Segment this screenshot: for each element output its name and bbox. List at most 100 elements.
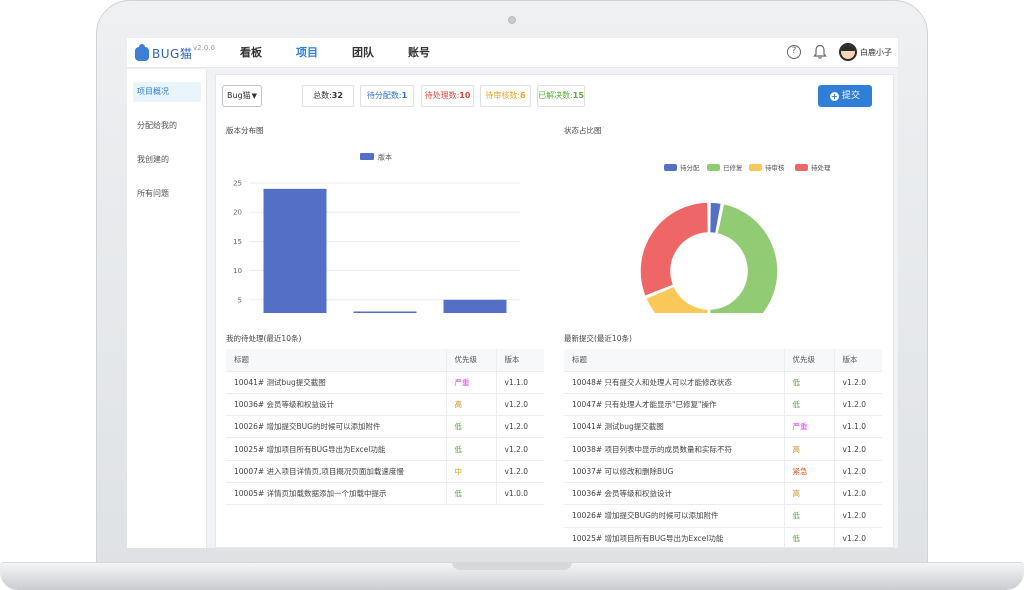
avatar[interactable] xyxy=(839,43,857,61)
table-row[interactable]: 10041# 测试bug提交截图 严重 v1.1.0 xyxy=(226,371,544,394)
sidebar-item-3[interactable]: 所有问题 xyxy=(133,184,201,204)
filter-bar: Bug猫 ▼ 总数:32 待分配数:1 待处理数:10 待审核数:6 已解决数:15 +… xyxy=(222,85,882,107)
sidebar-item-2[interactable]: 我创建的 xyxy=(133,150,201,170)
cell-title[interactable]: 10047# 只有处理人才能显示"已修复"操作 xyxy=(564,393,785,417)
legend-swatch-0 xyxy=(664,164,677,171)
bug-logo-icon xyxy=(135,43,149,61)
main-panel: Bug猫 ▼ 总数:32 待分配数:1 待处理数:10 待审核数:6 已解决数:15 +… xyxy=(215,74,894,548)
nav-item-1[interactable]: 项目 xyxy=(296,38,318,68)
cell-priority: 高 xyxy=(784,482,835,506)
table-row[interactable]: 10047# 只有处理人才能显示"已修复"操作低 v1.2.0 xyxy=(564,393,882,417)
cell-title[interactable]: 10036# 会员等级和权益设计 xyxy=(564,482,785,506)
cell-priority: 高 xyxy=(446,393,497,417)
help-icon[interactable]: ? xyxy=(787,45,801,59)
cell-priority: 严重 xyxy=(784,415,835,439)
bar-v1.1.0 xyxy=(353,311,417,313)
camera-icon xyxy=(508,16,516,24)
bar-v1.0.0 xyxy=(443,299,507,313)
table-row[interactable]: 10005# 详情页加载数据添加一个加载中提示低 v1.0.0 xyxy=(226,482,544,506)
cell-title[interactable]: 10026# 增加提交BUG的时候可以添加附件 xyxy=(564,504,785,528)
user-name[interactable]: 白鹿小子 xyxy=(860,47,892,58)
sidebar-item-1[interactable]: 分配给我的 xyxy=(133,116,201,136)
cell-title[interactable]: 10026# 增加提交BUG的时候可以添加附件 xyxy=(226,415,447,439)
table-row[interactable]: 10025# 增加项目所有BUG导出为Excel功能低 v1.2.0 xyxy=(564,527,882,548)
cell-version: v1.1.0 xyxy=(834,415,882,439)
cell-version: v1.0.0 xyxy=(496,482,544,506)
stat-label: 待审核数: xyxy=(485,91,521,100)
column-header: 标题 xyxy=(564,349,785,372)
project-select-value: Bug猫 xyxy=(227,91,251,100)
main-nav: 看板 项目 团队 账号 xyxy=(240,38,464,68)
stat-badge-1[interactable]: 待分配数:1 xyxy=(360,85,414,107)
stat-value: 1 xyxy=(401,91,408,100)
table-row[interactable]: 10026# 增加提交BUG的时候可以添加附件低 v1.2.0 xyxy=(226,415,544,439)
sidebar-item-0[interactable]: 项目概况 xyxy=(133,82,201,102)
cell-title[interactable]: 10037# 可以修改和删除BUG xyxy=(564,460,785,483)
cell-title[interactable]: 10048# 只有提交人和处理人可以才能修改状态 xyxy=(564,371,785,394)
bell-icon[interactable] xyxy=(813,44,827,60)
cell-version: v1.2.0 xyxy=(834,371,882,394)
nav-item-3[interactable]: 账号 xyxy=(408,38,430,68)
nav-item-2[interactable]: 团队 xyxy=(352,38,374,68)
submit-bug-button[interactable]: + 提交 xyxy=(818,85,872,107)
table-header-row: 标题 优先级 版本 xyxy=(564,349,882,372)
sidebar: 项目概况分配给我的我创建的所有问题 xyxy=(127,69,207,548)
table-row[interactable]: 10038# 项目列表中显示的成员数量和实际不符高 v1.2.0 xyxy=(564,437,882,461)
table-row[interactable]: 10036# 会员等级和权益设计高 v1.2.0 xyxy=(564,482,882,506)
cell-title[interactable]: 10025# 增加项目所有BUG导出为Excel功能 xyxy=(226,437,447,461)
version-bar-chart: 版本0510152025v1.2.0v1.1.0v1.0.0 xyxy=(233,153,520,313)
legend-swatch-3 xyxy=(795,164,808,171)
cell-title[interactable]: 10007# 进入项目详情页,项目概况页面加载速度慢 xyxy=(226,460,447,483)
cell-priority: 低 xyxy=(446,437,497,461)
cell-priority: 紧急 xyxy=(784,460,835,483)
legend-label-2: 待审核 xyxy=(765,163,785,172)
stat-label: 总数: xyxy=(313,91,332,100)
stat-badge-4[interactable]: 已解决数:15 xyxy=(537,85,585,107)
table-row[interactable]: 10025# 增加项目所有BUG导出为Excel功能低 v1.2.0 xyxy=(226,437,544,461)
cell-title[interactable]: 10005# 详情页加载数据添加一个加载中提示 xyxy=(226,482,447,506)
cell-version: v1.2.0 xyxy=(834,527,882,548)
table-row[interactable]: 10007# 进入项目详情页,项目概况页面加载速度慢中 v1.2.0 xyxy=(226,460,544,483)
y-tick-label: 5 xyxy=(238,296,242,304)
nav-item-0[interactable]: 看板 xyxy=(240,38,262,68)
app-logo[interactable]: BUG猫 v2.0.0 xyxy=(135,43,215,62)
top-right-tools: ? 白鹿小子 xyxy=(787,43,892,61)
table-row[interactable]: 10037# 可以修改和删除BUG 紧急 v1.2.0 xyxy=(564,460,882,483)
legend-label-3: 待处理 xyxy=(811,163,831,172)
legend-swatch-2 xyxy=(749,164,762,171)
stat-badge-3[interactable]: 待审核数:6 xyxy=(480,85,531,107)
app-screen: BUG猫 v2.0.0 看板 项目 团队 账号 ? 白鹿小子 项目概况分配给我的我创建… xyxy=(127,38,898,548)
cell-version: v1.2.0 xyxy=(496,415,544,439)
table-row[interactable]: 10041# 测试bug提交截图 严重 v1.1.0 xyxy=(564,415,882,439)
latest-table: 标题 优先级 版本 10048# 只有提交人和处理人可以才能修改状态低 v1.2.0 10… xyxy=(564,349,882,548)
cell-version: v1.2.0 xyxy=(834,393,882,417)
slice-待处理 xyxy=(639,201,710,298)
project-select[interactable]: Bug猫 ▼ xyxy=(222,85,262,107)
cell-title[interactable]: 10036# 会员等级和权益设计 xyxy=(226,393,447,417)
stat-value: 10 xyxy=(459,91,471,100)
cell-title[interactable]: 10038# 项目列表中显示的成员数量和实际不符 xyxy=(564,437,785,461)
table-row[interactable]: 10036# 会员等级和权益设计高 v1.2.0 xyxy=(226,393,544,417)
cell-priority: 低 xyxy=(446,482,497,506)
todo-table-title: 我的待处理(最近10条) xyxy=(226,334,302,343)
cell-title[interactable]: 10041# 测试bug提交截图 xyxy=(226,371,447,394)
stat-badge-0[interactable]: 总数:32 xyxy=(302,85,354,107)
cell-priority: 中 xyxy=(446,460,497,483)
column-header: 优先级 xyxy=(446,349,497,372)
table-row[interactable]: 10048# 只有提交人和处理人可以才能修改状态低 v1.2.0 xyxy=(564,371,882,394)
legend-swatch xyxy=(360,153,374,160)
legend-swatch-1 xyxy=(707,164,720,171)
table-row[interactable]: 10026# 增加提交BUG的时候可以添加附件低 v1.2.0 xyxy=(564,504,882,528)
cell-version: v1.2.0 xyxy=(496,460,544,483)
stat-badge-2[interactable]: 待处理数:10 xyxy=(421,85,474,107)
cell-version: v1.1.0 xyxy=(496,371,544,394)
latest-table-title: 最新提交(最近10条) xyxy=(564,334,632,343)
cell-title[interactable]: 10041# 测试bug提交截图 xyxy=(564,415,785,439)
cell-priority: 高 xyxy=(784,437,835,461)
todo-table: 标题 优先级 版本 10041# 测试bug提交截图 严重 v1.1.0 10036# 会员… xyxy=(226,349,544,506)
status-donut-chart: 待分配 已修复 待审核 待处理 xyxy=(639,163,831,313)
bar-v1.2.0 xyxy=(263,188,327,313)
cell-title[interactable]: 10025# 增加项目所有BUG导出为Excel功能 xyxy=(564,527,785,548)
chevron-down-icon: ▼ xyxy=(251,92,257,100)
table-header-row: 标题 优先级 版本 xyxy=(226,349,544,372)
